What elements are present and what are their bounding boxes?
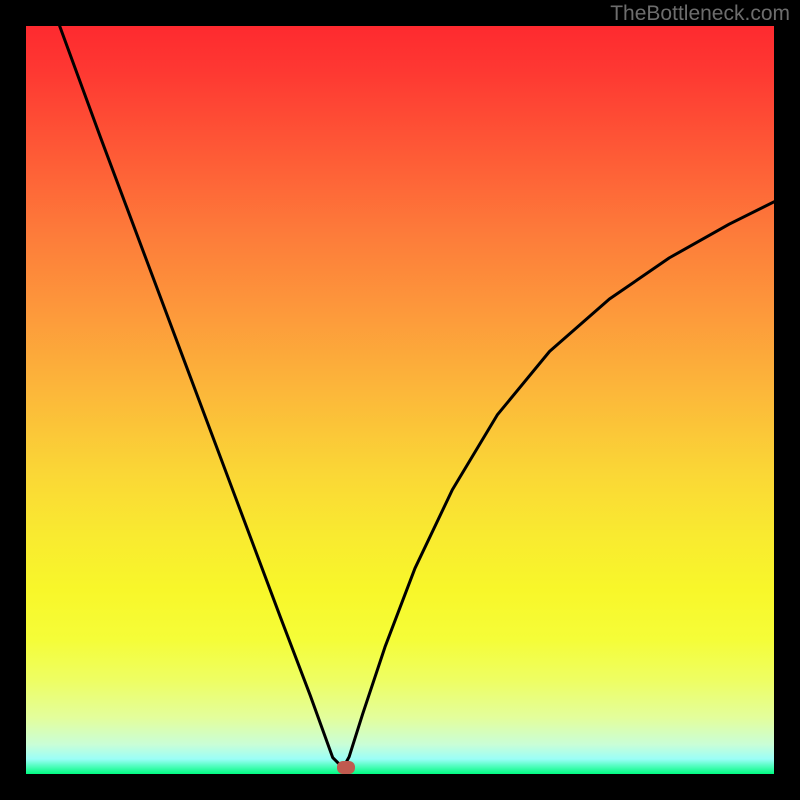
outer-frame: TheBottleneck.com xyxy=(0,0,800,800)
plot-area xyxy=(26,26,774,774)
optimal-point-marker xyxy=(337,761,355,774)
watermark-text: TheBottleneck.com xyxy=(610,2,790,26)
bottleneck-curve xyxy=(26,26,774,774)
